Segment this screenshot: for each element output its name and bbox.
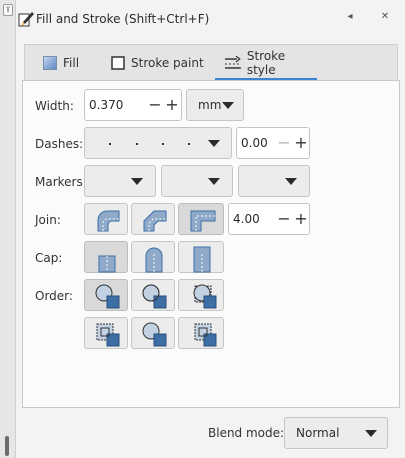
- fill-icon: [43, 56, 57, 70]
- order-label: Order:: [35, 289, 73, 303]
- blend-mode-dropdown[interactable]: Normal: [284, 417, 388, 449]
- tab-bar: Fill Stroke paint Stroke style: [24, 44, 398, 81]
- round-cap-icon: [145, 247, 163, 273]
- dialog-title: Fill and Stroke (Shift+Ctrl+F): [36, 12, 210, 26]
- miter-join-button[interactable]: [178, 203, 224, 235]
- dash-pattern-dot: [136, 143, 138, 145]
- fill-stroke-icon: [18, 12, 34, 27]
- join-label: Join:: [35, 213, 61, 227]
- dash-pattern-dropdown[interactable]: [84, 127, 232, 159]
- round-join-button[interactable]: [84, 203, 128, 235]
- chevron-down-icon: [365, 430, 377, 437]
- dash-pattern-dot: [162, 143, 164, 145]
- tab-stroke-style-label: Stroke style: [246, 49, 286, 77]
- order-fill-markers-stroke-icon: [142, 322, 167, 347]
- order-stroke-fill-markers-button[interactable]: [131, 279, 175, 311]
- bevel-join-button[interactable]: [131, 203, 175, 235]
- dock-strip: ⇪: [0, 0, 16, 458]
- square-cap-button[interactable]: [178, 241, 224, 273]
- mid-marker-dropdown[interactable]: [161, 165, 233, 197]
- square-cap-icon: [193, 246, 211, 273]
- chevron-down-icon: [208, 140, 220, 147]
- dash-pattern-dot: [188, 143, 190, 145]
- order-stroke-markers-fill-icon: [194, 323, 217, 347]
- width-spinbox[interactable]: 0.370 − +: [84, 89, 182, 121]
- width-label: Width:: [35, 99, 74, 113]
- miter-limit-decrement-button[interactable]: −: [276, 204, 292, 234]
- blend-mode-value: Normal: [296, 426, 340, 440]
- stroke-paint-icon: [111, 56, 125, 70]
- tab-stroke-paint[interactable]: Stroke paint: [111, 45, 204, 81]
- start-marker-dropdown[interactable]: [84, 165, 156, 197]
- width-value[interactable]: 0.370: [89, 90, 123, 120]
- dialog-titlebar: Fill and Stroke (Shift+Ctrl+F) ◂ ✕: [16, 0, 405, 34]
- tab-fill[interactable]: Fill: [43, 45, 79, 81]
- unit-value: mm: [198, 98, 222, 112]
- dock-handle-icon[interactable]: ⇪: [3, 4, 13, 16]
- tab-stroke-paint-label: Stroke paint: [131, 56, 204, 70]
- butt-cap-button[interactable]: [84, 241, 128, 273]
- butt-cap-icon: [98, 255, 116, 273]
- order-markers-stroke-fill-button[interactable]: [84, 317, 128, 349]
- dash-offset-spinbox[interactable]: 0.00 − +: [236, 127, 310, 159]
- order-fill-markers-stroke-button[interactable]: [131, 317, 175, 349]
- order-stroke-markers-fill-button[interactable]: [178, 317, 224, 349]
- close-icon[interactable]: ✕: [378, 11, 392, 23]
- pin-icon[interactable]: ◂: [343, 11, 357, 23]
- dashes-label: Dashes:: [35, 137, 84, 151]
- dash-offset-decrement-button[interactable]: −: [276, 128, 292, 158]
- order-fill-stroke-markers-icon: [95, 284, 120, 309]
- cap-label: Cap:: [35, 251, 63, 265]
- miter-limit-increment-button[interactable]: +: [293, 204, 309, 234]
- width-decrement-button[interactable]: −: [147, 90, 163, 120]
- miter-join-icon: [190, 210, 216, 232]
- tab-stroke-style[interactable]: Stroke style: [215, 45, 317, 81]
- dash-offset-increment-button[interactable]: +: [293, 128, 309, 158]
- markers-label: Markers:: [35, 175, 87, 189]
- order-markers-stroke-fill-icon: [96, 323, 120, 347]
- order-markers-fill-stroke-button[interactable]: [178, 279, 224, 311]
- end-marker-dropdown[interactable]: [238, 165, 310, 197]
- bevel-join-icon: [143, 210, 167, 232]
- dash-pattern-dot: [109, 143, 111, 145]
- chevron-down-icon: [285, 178, 297, 185]
- unit-dropdown[interactable]: mm: [186, 89, 244, 121]
- chevron-down-icon: [222, 102, 234, 109]
- round-cap-button[interactable]: [131, 241, 175, 273]
- order-stroke-fill-markers-icon: [142, 284, 167, 309]
- width-increment-button[interactable]: +: [164, 90, 180, 120]
- miter-limit-spinbox[interactable]: 4.00 − +: [228, 203, 310, 235]
- order-fill-stroke-markers-button[interactable]: [84, 279, 128, 311]
- blend-mode-label: Blend mode:: [208, 426, 285, 440]
- round-join-icon: [97, 210, 120, 232]
- chevron-down-icon: [208, 178, 220, 185]
- chevron-down-icon: [131, 178, 143, 185]
- stroke-style-icon: [225, 56, 241, 69]
- miter-limit-value[interactable]: 4.00: [233, 204, 260, 234]
- order-markers-fill-stroke-icon: [193, 284, 217, 309]
- dash-offset-value[interactable]: 0.00: [241, 128, 268, 158]
- dock-scrollbar[interactable]: [5, 436, 9, 456]
- tab-fill-label: Fill: [63, 56, 80, 70]
